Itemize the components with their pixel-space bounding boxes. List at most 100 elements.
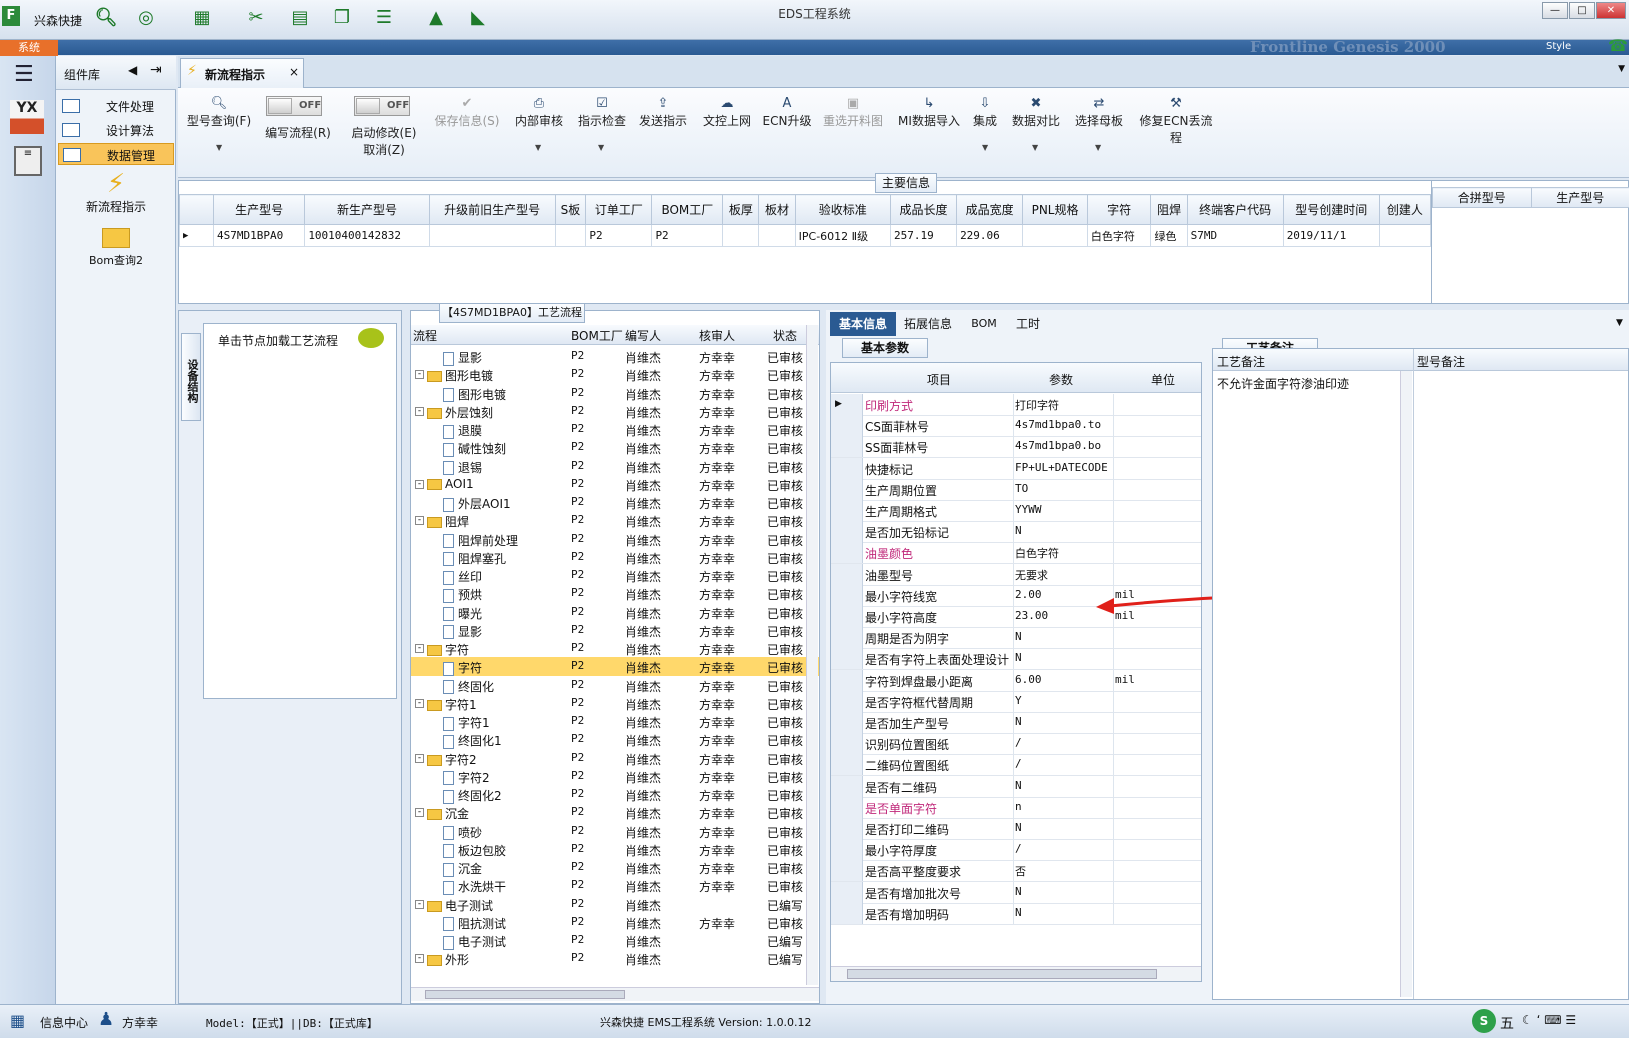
param-value[interactable]: 2.00 — [1015, 588, 1042, 601]
process-row[interactable]: 字符1 P2 肖维杰 方幸幸 已审核 — [411, 712, 819, 731]
process-node[interactable]: 终固化1 — [443, 732, 502, 749]
dropdown-icon[interactable]: ▼ — [1616, 318, 1623, 328]
param-row[interactable]: 是否加生产型号 N — [831, 712, 1201, 734]
process-row[interactable]: 电子测试 P2 肖维杰 已编写 — [411, 931, 819, 950]
process-row[interactable]: 字符2 P2 肖维杰 方幸幸 已审核 — [411, 767, 819, 786]
save-info-button[interactable]: ✔ 保存信息(S) — [430, 96, 504, 129]
column-header[interactable]: 生产型号 — [1530, 187, 1629, 208]
process-node[interactable]: 字符2 — [427, 751, 477, 768]
table-cell[interactable] — [1022, 224, 1088, 247]
info-center-label[interactable]: 信息中心 — [40, 1014, 88, 1031]
process-row[interactable]: 退锡 P2 肖维杰 方幸幸 已审核 — [411, 457, 819, 476]
table-cell[interactable]: 4S7MD1BPA0 — [212, 224, 306, 247]
column-header[interactable]: 核审人 — [699, 327, 735, 344]
param-value[interactable]: 6.00 — [1015, 673, 1042, 686]
column-header[interactable]: 成品长度 — [889, 194, 958, 225]
collapse-icon[interactable]: - — [415, 479, 424, 489]
param-value[interactable]: TO — [1015, 482, 1028, 495]
row-indicator[interactable]: ▶ — [179, 224, 214, 247]
column-header[interactable]: 生产型号 — [212, 194, 306, 225]
process-node[interactable]: 退锡 — [443, 459, 482, 476]
start-edit-toggle[interactable]: OFF — [354, 96, 410, 116]
props-horizontal-scrollbar[interactable] — [831, 966, 1201, 981]
fix-ecn-flow-button[interactable]: ⚒ 修复ECN丢流程 — [1134, 96, 1218, 146]
param-row[interactable]: 识别码位置图纸 / — [831, 733, 1201, 756]
ime-mode[interactable]: 五 — [1500, 1013, 1514, 1033]
process-node[interactable]: 退膜 — [443, 422, 482, 439]
param-value[interactable]: N — [1015, 630, 1022, 643]
ecn-upgrade-button[interactable]: A ECN升级 — [762, 96, 812, 129]
process-node[interactable]: 图形电镀 — [443, 386, 506, 403]
sidebar-item-data-management[interactable]: 数据管理 — [58, 143, 174, 165]
table-cell[interactable]: P2 — [585, 224, 653, 247]
phone-icon[interactable]: ☎ — [1608, 36, 1628, 55]
tab-bom[interactable]: BOM — [964, 312, 1004, 336]
table-cell[interactable]: 229.06 — [956, 224, 1024, 247]
table-cell[interactable]: 2019/11/1 — [1282, 224, 1380, 247]
param-value[interactable]: Y — [1015, 694, 1022, 707]
param-row[interactable]: 油墨颜色 白色字符 — [831, 542, 1201, 565]
dropdown-caret-icon[interactable]: ▼ — [598, 143, 604, 152]
process-node[interactable]: 碱性蚀刻 — [443, 440, 506, 457]
process-row[interactable]: - 字符1 P2 肖维杰 方幸幸 已审核 — [411, 694, 819, 713]
param-value[interactable]: N — [1015, 651, 1022, 664]
param-value[interactable]: 否 — [1015, 863, 1026, 879]
process-row[interactable]: 板边包胶 P2 肖维杰 方幸幸 已审核 — [411, 840, 819, 859]
process-row[interactable]: 曝光 P2 肖维杰 方幸幸 已审核 — [411, 603, 819, 622]
process-node[interactable]: 字符 — [427, 641, 469, 658]
collapse-icon[interactable]: - — [415, 516, 424, 526]
process-row[interactable]: 退膜 P2 肖维杰 方幸幸 已审核 — [411, 420, 819, 439]
collapse-icon[interactable]: - — [415, 698, 424, 708]
column-header[interactable]: 型号备注 — [1417, 353, 1465, 370]
vertical-tab-equipment[interactable]: 设备结构 — [181, 333, 201, 421]
column-header[interactable]: 型号创建时间 — [1282, 194, 1380, 225]
process-node[interactable]: 终固化2 — [443, 787, 502, 804]
param-value[interactable]: FP+UL+DATECODE — [1015, 461, 1108, 474]
process-node[interactable]: 阻焊前处理 — [443, 532, 518, 549]
process-row[interactable]: - 外形 P2 肖维杰 已编写 — [411, 949, 819, 968]
column-header[interactable]: 工艺备注 — [1217, 353, 1265, 370]
table-cell[interactable] — [428, 224, 556, 247]
sidebar-item-file-processing[interactable]: 文件处理 — [58, 95, 174, 117]
process-node[interactable]: 外层蚀刻 — [427, 404, 493, 421]
ime-logo-icon[interactable]: S — [1472, 1009, 1496, 1033]
close-button[interactable]: ✕ — [1596, 2, 1626, 19]
process-node[interactable]: 丝印 — [443, 568, 482, 585]
process-node[interactable]: 预烘 — [443, 586, 482, 603]
process-row[interactable]: 图形电镀 P2 肖维杰 方幸幸 已审核 — [411, 384, 819, 403]
mi-data-import-button[interactable]: ↳ MI数据导入 — [894, 96, 964, 129]
process-row[interactable]: 喷砂 P2 肖维杰 方幸幸 已审核 — [411, 822, 819, 841]
param-row[interactable]: 快捷标记 FP+UL+DATECODE — [831, 457, 1201, 480]
process-row[interactable]: - 外层蚀刻 P2 肖维杰 方幸幸 已审核 — [411, 402, 819, 421]
shortcut-new-flow[interactable]: ⚡︎ 新流程指示 — [66, 170, 166, 216]
process-row[interactable]: 显影 P2 肖维杰 方幸幸 已审核 — [411, 621, 819, 640]
data-compare-button[interactable]: ✖ 数据对比 — [1010, 96, 1062, 129]
param-row[interactable]: 是否有二维码 N — [831, 775, 1201, 798]
tab-extended-info[interactable]: 拓展信息 — [900, 312, 956, 336]
pin-icon[interactable]: ⇥ — [150, 62, 162, 78]
system-tab[interactable]: 系统 — [0, 40, 58, 56]
process-row[interactable]: - 字符 P2 肖维杰 方幸幸 已审核 — [411, 639, 819, 658]
process-node[interactable]: 沉金 — [427, 805, 469, 822]
yx-logo-icon[interactable]: YX — [10, 100, 44, 134]
column-header[interactable]: 流程 — [413, 327, 437, 344]
table-cell[interactable]: 白色字符 — [1086, 224, 1152, 247]
param-value[interactable]: 打印字符 — [1015, 397, 1059, 413]
process-row[interactable]: 沉金 P2 肖维杰 方幸幸 已审核 — [411, 858, 819, 877]
column-header[interactable]: 板材 — [758, 194, 796, 225]
process-node[interactable]: 外形 — [427, 951, 469, 968]
param-value[interactable]: 4s7md1bpa0.to — [1015, 418, 1101, 431]
integrate-button[interactable]: ⇩ 集成 — [968, 96, 1002, 129]
column-header[interactable]: 板厚 — [722, 194, 760, 225]
menu-icon[interactable]: ☰ — [14, 62, 34, 87]
process-row[interactable]: 阻抗测试 P2 肖维杰 方幸幸 已审核 — [411, 913, 819, 932]
table-cell[interactable] — [554, 224, 587, 247]
process-node[interactable]: 水洗烘干 — [443, 878, 506, 895]
param-value[interactable]: 4s7md1bpa0.bo — [1015, 439, 1101, 452]
tab-work-hours[interactable]: 工时 — [1008, 312, 1048, 336]
param-row[interactable]: 是否单面字符 n — [831, 796, 1201, 819]
process-node[interactable]: 显影 — [443, 623, 482, 640]
process-row[interactable]: 终固化1 P2 肖维杰 方幸幸 已审核 — [411, 730, 819, 749]
param-value[interactable]: / — [1015, 842, 1022, 855]
param-row[interactable]: 是否有字符上表面处理设计 N — [831, 648, 1201, 671]
